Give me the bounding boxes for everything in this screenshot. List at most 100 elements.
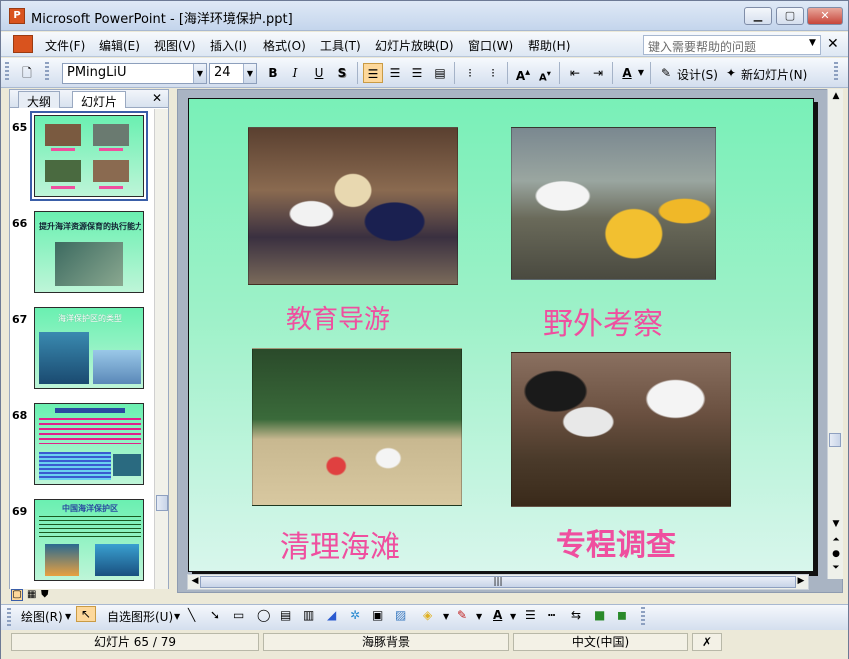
scroll-right-icon[interactable]: ▶ — [794, 576, 808, 586]
chevron-down-icon[interactable]: ▼ — [809, 38, 816, 48]
line-tool-icon[interactable]: ╲ — [188, 608, 195, 622]
select-pointer-icon[interactable]: ↖ — [76, 606, 97, 622]
menu-insert[interactable]: 插入(I) — [210, 37, 247, 54]
align-right-icon[interactable]: ☰ — [407, 63, 427, 83]
wordart-icon[interactable]: ◢ — [327, 608, 336, 622]
toolbar-grip[interactable] — [641, 607, 645, 627]
maximize-button[interactable]: ▢ — [776, 7, 804, 25]
chevron-down-icon[interactable]: ▼ — [636, 63, 646, 83]
chevron-down-icon[interactable]: ▼ — [174, 612, 180, 621]
caption-education-tour[interactable]: 教育导游 — [286, 299, 390, 336]
diagram-icon[interactable]: ✲ — [350, 608, 360, 622]
toolbar-grip[interactable] — [5, 62, 9, 82]
scrollbar-thumb[interactable]: ||| — [200, 576, 796, 588]
bullet-list-icon[interactable]: ⁝ — [483, 63, 503, 83]
scroll-down-icon[interactable]: ▼ — [829, 519, 843, 529]
line-color-icon[interactable]: ✎ — [457, 608, 467, 622]
line-style-icon[interactable]: ☰ — [525, 608, 536, 622]
dash-style-icon[interactable]: ┅ — [548, 608, 555, 622]
next-slide-icon[interactable]: ⏷ — [829, 563, 843, 573]
clipart-icon[interactable]: ▣ — [372, 608, 383, 622]
design-button[interactable]: 设计(S) — [677, 66, 718, 83]
document-close-icon[interactable]: ✕ — [827, 36, 839, 52]
document-icon[interactable] — [13, 35, 33, 53]
shadow-button[interactable]: S — [332, 63, 352, 83]
select-browse-icon[interactable]: ● — [829, 549, 843, 559]
caption-beach-cleanup[interactable]: 清理海滩 — [280, 522, 400, 566]
font-size-select[interactable]: 24 ▼ — [209, 63, 257, 84]
caption-survey[interactable]: 专程调查 — [556, 520, 676, 564]
slide-thumbnail-69[interactable]: 中国海洋保护区 — [34, 499, 144, 581]
align-center-icon[interactable]: ☰ — [385, 63, 405, 83]
numbered-list-icon[interactable]: ⁝ — [460, 63, 480, 83]
chevron-down-icon[interactable]: ▼ — [510, 612, 516, 621]
menu-format[interactable]: 格式(O) — [263, 37, 306, 54]
tab-outline[interactable]: 大纲 — [18, 91, 61, 109]
photo-beach-cleanup[interactable] — [252, 348, 462, 506]
increase-font-icon[interactable]: A▴ — [513, 63, 533, 83]
photo-field-study[interactable] — [511, 127, 716, 280]
fill-color-icon[interactable]: ◈ — [423, 608, 432, 622]
toolbar-grip[interactable] — [7, 608, 11, 628]
menu-view[interactable]: 视图(V) — [154, 37, 196, 54]
vertical-textbox-icon[interactable]: ▥ — [303, 608, 314, 622]
close-button[interactable]: ✕ — [807, 7, 843, 25]
scrollbar-thumb[interactable] — [156, 495, 168, 511]
menu-window[interactable]: 窗口(W) — [468, 37, 513, 54]
menu-file[interactable]: 文件(F) — [45, 37, 85, 54]
tab-slides[interactable]: 幻灯片 — [72, 91, 127, 109]
decrease-indent-icon[interactable]: ⇤ — [565, 63, 585, 83]
close-icon[interactable]: ✕ — [152, 91, 162, 105]
normal-view-icon[interactable]: ▢ — [11, 589, 23, 601]
caption-field-study[interactable]: 野外考察 — [543, 299, 663, 343]
shadow-style-icon[interactable]: ■ — [594, 608, 605, 622]
font-name-select[interactable]: PMingLiU ▼ — [62, 63, 207, 84]
arrow-tool-icon[interactable]: ➘ — [210, 608, 220, 622]
autoshapes-menu-button[interactable]: 自选图形(U) — [107, 608, 173, 625]
toolbar-grip[interactable] — [45, 62, 49, 82]
arrow-style-icon[interactable]: ⇆ — [571, 608, 581, 622]
horizontal-scrollbar[interactable]: ◀ ||| ▶ — [187, 574, 809, 590]
new-document-icon[interactable]: 🗋 — [17, 63, 37, 83]
textbox-tool-icon[interactable]: ▤ — [280, 608, 291, 622]
chevron-down-icon[interactable]: ▼ — [243, 64, 256, 83]
chevron-down-icon[interactable]: ▼ — [65, 612, 71, 621]
font-color-icon[interactable]: A — [617, 63, 637, 83]
bold-button[interactable]: B — [263, 63, 283, 83]
chevron-down-icon[interactable]: ▼ — [193, 64, 206, 83]
picture-icon[interactable]: ▨ — [395, 608, 406, 622]
powerpoint-app-icon[interactable]: P — [9, 8, 25, 24]
menu-help[interactable]: 帮助(H) — [528, 37, 570, 54]
vertical-scrollbar[interactable]: ▲ ▼ ⏶ ● ⏷ — [827, 89, 843, 579]
slide-thumbnail-66[interactable]: 提升海洋资源保育的执行能力 — [34, 211, 144, 293]
toolbar-grip[interactable] — [834, 62, 838, 82]
slideshow-icon[interactable]: ⛊ — [41, 589, 49, 600]
rectangle-tool-icon[interactable]: ▭ — [233, 608, 244, 622]
oval-tool-icon[interactable]: ◯ — [257, 608, 270, 622]
slide-canvas[interactable]: 教育导游 野外考察 清理海滩 专程调查 — [188, 98, 814, 572]
draw-font-color-icon[interactable]: A — [493, 608, 502, 622]
help-search-input[interactable]: 键入需要帮助的问题 — [643, 35, 821, 55]
slide-thumbnail-67[interactable]: 海洋保护区的类型 — [34, 307, 144, 389]
decrease-font-icon[interactable]: A▾ — [535, 63, 555, 83]
slide-thumbnail-68[interactable] — [34, 403, 144, 485]
photo-survey[interactable] — [511, 352, 731, 507]
photo-education-tour[interactable] — [248, 127, 458, 285]
align-left-icon[interactable]: ☰ — [363, 63, 383, 83]
new-slide-icon[interactable]: ✦ — [721, 63, 741, 83]
3d-style-icon[interactable]: ◼ — [617, 608, 627, 622]
spelling-status-icon[interactable]: ✗ — [692, 633, 722, 651]
scrollbar-thumb[interactable] — [829, 433, 841, 447]
increase-indent-icon[interactable]: ⇥ — [588, 63, 608, 83]
new-slide-button[interactable]: 新幻灯片(N) — [741, 66, 807, 83]
distribute-icon[interactable]: ▤ — [430, 63, 450, 83]
chevron-down-icon[interactable]: ▼ — [476, 612, 482, 621]
menu-edit[interactable]: 编辑(E) — [99, 37, 140, 54]
design-icon[interactable]: ✎ — [656, 63, 676, 83]
chevron-down-icon[interactable]: ▼ — [443, 612, 449, 621]
slide-thumbnail-65[interactable] — [30, 111, 148, 201]
scroll-up-icon[interactable]: ▲ — [829, 91, 843, 101]
menu-tools[interactable]: 工具(T) — [320, 37, 361, 54]
menu-slideshow[interactable]: 幻灯片放映(D) — [375, 37, 454, 54]
slide-sorter-icon[interactable]: ▦ — [27, 589, 36, 600]
